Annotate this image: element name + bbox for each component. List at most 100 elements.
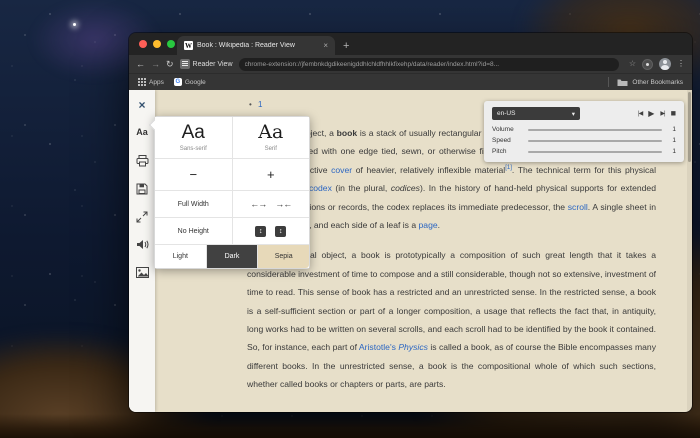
narrower-button[interactable]: →← [275,200,291,209]
font-settings-popup: Aa Sans-serif Aa Serif − + [154,116,310,269]
google-favicon: G [174,78,182,86]
slider-track[interactable] [528,129,662,131]
article-text: book [337,128,358,138]
toggle-images-button[interactable] [134,265,150,280]
height-controls: ↕ ↕ [232,218,310,244]
article-text: codices [391,183,420,193]
printer-icon [136,155,149,167]
font-settings-button[interactable]: Aa [134,125,150,140]
article-link[interactable]: scroll [568,202,588,212]
extension-icon[interactable] [642,59,653,70]
sans-serif-option[interactable]: Aa Sans-serif [155,117,232,158]
forward-button[interactable]: → [151,60,160,69]
full-width-label: Full Width [178,201,209,208]
slider-value: 1 [668,126,676,133]
zoom-window-button[interactable] [167,40,175,48]
previous-button[interactable]: |◀ [638,110,642,117]
minus-icon: − [189,165,197,184]
scrollbar-thumb[interactable] [688,92,691,162]
article-text: of heavier, relatively inflexible materi… [352,165,505,175]
reload-button[interactable]: ↻ [166,60,174,69]
increase-font-button[interactable]: + [232,159,310,190]
reader-close-button[interactable]: × [134,97,150,112]
title-bar: W Book : Wikipedia : Reader View × + [129,33,692,55]
fullscreen-button[interactable] [134,209,150,224]
bookmark-star-icon[interactable]: ☆ [629,60,636,68]
article-text: The intellectual content in a physical b… [247,410,656,412]
browser-tab[interactable]: W Book : Wikipedia : Reader View × [177,36,335,55]
theme-button-light[interactable]: Light [155,245,206,268]
slider-label: Pitch [492,148,522,155]
theme-button-sepia[interactable]: Sepia [257,245,309,268]
slider-track[interactable] [528,140,662,142]
speech-slider-row: Volume1 [492,126,676,133]
decrease-font-button[interactable]: − [155,159,232,190]
next-button[interactable]: ▶| [660,110,664,117]
stop-button[interactable]: ■ [671,109,676,118]
slider-track[interactable] [528,151,662,153]
apps-label: Apps [149,79,164,86]
tab-title: Book : Wikipedia : Reader View [197,42,319,49]
speech-panel-top-row: en-US ▾ |◀ ▶ ▶| ■ [492,107,676,120]
bookmark-google[interactable]: G Google [174,78,206,86]
new-tab-button[interactable]: + [343,41,349,52]
fullscreen-icon [136,211,148,223]
article-link[interactable]: cover [331,165,352,175]
url-text: chrome-extension://jfembnkdgdikeenigddhl… [245,61,613,68]
toc-link[interactable]: 1 [258,100,262,109]
back-button[interactable]: ← [136,60,145,69]
wikipedia-favicon: W [184,41,193,50]
text-to-speech-button[interactable] [134,237,150,252]
slider-label: Speed [492,137,522,144]
article-text: is a stack of usually rectangular [357,128,484,138]
window-controls [139,40,175,48]
bookmark-apps[interactable]: Apps [138,78,164,86]
reader-sidebar: × Aa [129,90,155,412]
article-link[interactable]: codex [309,183,332,193]
shorter-button[interactable]: ↕ [275,226,286,237]
wider-button[interactable]: ←→ [250,200,266,209]
google-label: Google [185,79,206,86]
article-text: (in the plural, [332,183,391,193]
reader-view-extension-chip[interactable]: Reader View [180,59,233,69]
serif-option[interactable]: Aa Serif [232,117,310,158]
no-height-toggle[interactable]: No Height [155,218,232,244]
speech-panel: en-US ▾ |◀ ▶ ▶| ■ Volume1Speed1Pitch1 [484,101,684,162]
full-width-toggle[interactable]: Full Width [155,191,232,217]
article-link[interactable]: page [419,220,438,230]
article-link[interactable]: Aristotle's [359,342,396,352]
serif-sample: Aa [258,123,283,142]
no-height-label: No Height [178,228,209,235]
browser-window: W Book : Wikipedia : Reader View × + ← →… [129,33,692,412]
font-family-row: Aa Sans-serif Aa Serif [155,117,309,159]
print-button[interactable] [134,153,150,168]
profile-avatar[interactable] [659,58,671,70]
article-link[interactable]: [1] [505,165,512,171]
bright-star [73,23,76,26]
language-value: en-US [497,110,515,117]
close-window-button[interactable] [139,40,147,48]
browser-menu-icon[interactable]: ⋮ [677,60,685,68]
content-scrollbar[interactable] [687,90,692,412]
minimize-window-button[interactable] [153,40,161,48]
speech-slider-row: Speed1 [492,137,676,144]
play-button[interactable]: ▶ [648,109,654,118]
apps-grid-icon [138,78,146,86]
theme-button-dark[interactable]: Dark [206,245,258,268]
taller-button[interactable]: ↕ [255,226,266,237]
article-link[interactable]: Physics [398,342,428,352]
reader-content: × Aa [129,90,692,412]
close-icon: × [138,99,145,111]
article-text: , and each side of a leaf is a [309,220,418,230]
language-select[interactable]: en-US ▾ [492,107,580,120]
save-button[interactable] [134,181,150,196]
slider-value: 1 [668,148,676,155]
address-bar[interactable]: chrome-extension://jfembnkdgdikeenigddhl… [239,58,619,71]
toc-bullet: • [249,100,252,109]
image-icon [136,267,149,278]
reader-view-label: Reader View [193,61,233,68]
sans-label: Sans-serif [180,146,207,152]
other-bookmarks[interactable]: Other Bookmarks [608,77,683,87]
tab-close-icon[interactable]: × [323,42,328,50]
other-bookmarks-label: Other Bookmarks [632,79,683,86]
